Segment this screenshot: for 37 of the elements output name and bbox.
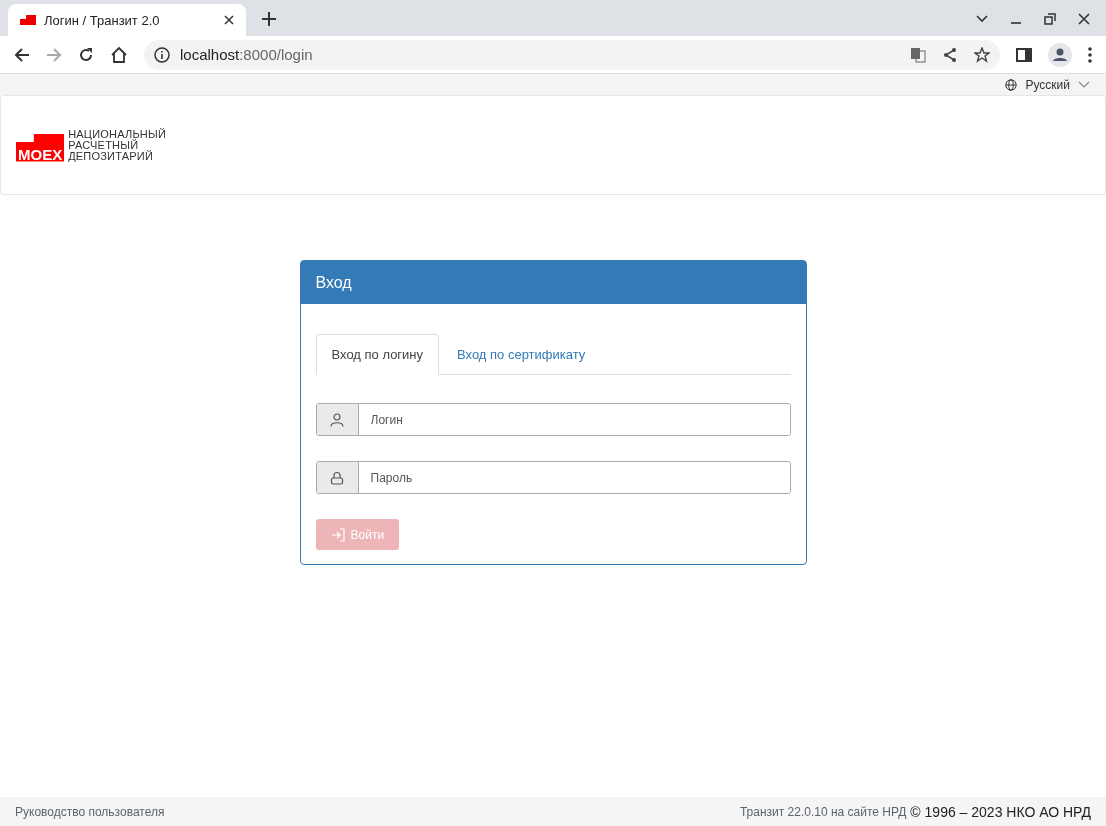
info-icon (154, 46, 170, 63)
favicon-icon (20, 15, 36, 25)
input-field[interactable]: Пароль (315, 461, 791, 494)
share-icon[interactable] (942, 46, 958, 63)
globe-icon (1005, 78, 1018, 91)
input-field[interactable]: Логин (315, 403, 791, 436)
reload-icon[interactable] (78, 46, 94, 63)
translate-icon[interactable] (910, 46, 926, 63)
restore-icon[interactable] (1044, 13, 1056, 25)
new-tab-icon[interactable] (262, 12, 276, 26)
home-icon[interactable] (110, 45, 128, 64)
close-icon[interactable] (1078, 13, 1090, 25)
address-bar[interactable]: localhost:8000/login (144, 39, 1000, 70)
tab-title: Логин / Транзит 2.0 (44, 12, 161, 28)
url-host: localhost (180, 46, 240, 63)
sign-in-icon (330, 527, 345, 542)
close-icon[interactable] (224, 15, 234, 25)
side-panel-icon[interactable] (1016, 46, 1032, 63)
chevron-down-icon (1078, 80, 1090, 89)
language-selector[interactable]: Русский (1005, 74, 1090, 95)
chevron-down-icon[interactable] (976, 15, 988, 23)
browser-tab[interactable]: Логин / Транзит 2.0 (8, 4, 246, 36)
logo-mark: MOEX (16, 133, 65, 162)
login-tab[interactable]: Вход по логину (315, 334, 440, 375)
user-guide-link[interactable]: Руководство пользователя (15, 804, 165, 819)
url-path: :8000/login (239, 46, 313, 63)
copyright-text: © 1996 – 2023 НКО АО НРД (910, 803, 1091, 820)
card-title: Вход (315, 273, 352, 292)
logo-text: НАЦИОНАЛЬНЫЙ РАСЧЕТНЫЙ ДЕПОЗИТАРИЙ (68, 128, 167, 162)
star-icon[interactable] (974, 46, 990, 63)
profile-icon[interactable] (1048, 42, 1072, 67)
user-icon (330, 412, 344, 427)
lock-icon (330, 470, 344, 485)
login-tab[interactable]: Вход по сертификату (441, 334, 602, 375)
menu-icon[interactable] (1088, 46, 1092, 63)
back-arrow-icon[interactable] (14, 46, 30, 63)
version-link[interactable]: Транзит 22.0.10 на сайте НРД (739, 804, 907, 819)
